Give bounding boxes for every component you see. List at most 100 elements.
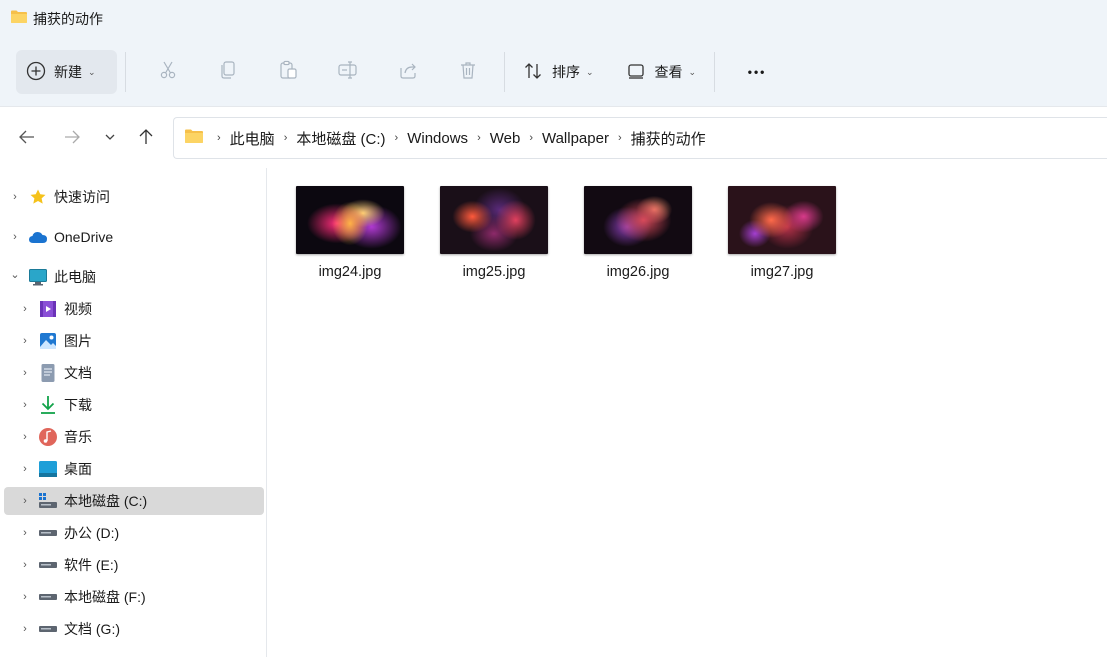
sidebar-item-onedrive[interactable]: › OneDrive <box>8 223 268 251</box>
scissors-icon <box>158 60 178 85</box>
navigation-bar: › 此电脑 › 本地磁盘 (C:) › Windows › Web › Wallpape… <box>0 106 1107 168</box>
chevron-right-icon[interactable]: › <box>18 591 32 603</box>
file-item[interactable]: img27.jpg <box>722 186 842 280</box>
image-thumbnail <box>296 186 404 254</box>
desktop-icon <box>38 459 58 479</box>
sidebar-item-downloads[interactable]: › 下载 <box>18 391 278 419</box>
monitor-icon <box>28 267 48 287</box>
chevron-right-icon[interactable]: › <box>18 367 32 379</box>
chevron-right-icon[interactable]: › <box>18 431 32 443</box>
address-bar[interactable]: › 此电脑 › 本地磁盘 (C:) › Windows › Web › Wallpape… <box>173 117 1107 159</box>
sidebar-item-music[interactable]: › 音乐 <box>18 423 278 451</box>
sidebar-item-label: 本地磁盘 (F:) <box>64 589 146 605</box>
breadcrumb-windows[interactable]: Windows › <box>407 130 490 147</box>
toolbar-divider <box>714 52 716 92</box>
view-layout-icon <box>626 61 646 84</box>
chevron-right-icon[interactable]: › <box>18 527 32 539</box>
drive-icon <box>38 523 58 543</box>
file-item[interactable]: img25.jpg <box>434 186 554 280</box>
sidebar-item-documents[interactable]: › 文档 <box>18 359 278 387</box>
sidebar-item-drive-e[interactable]: › 软件 (E:) <box>18 551 278 579</box>
video-icon <box>38 299 58 319</box>
up-button[interactable] <box>132 125 160 153</box>
breadcrumb-web[interactable]: Web › <box>490 130 542 147</box>
sidebar-item-label: 下载 <box>64 397 92 413</box>
cloud-icon <box>28 227 48 247</box>
breadcrumb-wallpaper[interactable]: Wallpaper › <box>542 130 631 147</box>
view-button[interactable]: 查看 ⌄ <box>620 50 709 94</box>
sort-label: 排序 <box>552 64 580 80</box>
cut-button[interactable] <box>138 50 198 94</box>
document-icon <box>38 363 58 383</box>
breadcrumb-local-disk-c[interactable]: 本地磁盘 (C:) › <box>296 128 407 149</box>
toolbar-divider <box>125 52 126 92</box>
copy-icon <box>218 60 238 85</box>
title-bar: 捕获的动作 <box>0 0 1107 38</box>
chevron-down-icon <box>104 130 116 148</box>
clipboard-icon <box>278 60 298 85</box>
arrow-up-icon <box>137 128 155 151</box>
drive-icon <box>38 619 58 639</box>
sidebar-item-drive-g[interactable]: › 文档 (G:) <box>18 615 278 643</box>
sidebar-item-label: 此电脑 <box>54 269 96 285</box>
arrow-right-icon <box>63 128 81 151</box>
file-name: img24.jpg <box>318 264 382 280</box>
chevron-right-icon[interactable]: › <box>8 231 22 243</box>
sidebar-item-drive-f[interactable]: › 本地磁盘 (F:) <box>18 583 278 611</box>
sidebar-item-label: 快速访问 <box>54 189 110 205</box>
breadcrumb-current-folder[interactable]: 捕获的动作 <box>631 128 706 149</box>
drive-icon <box>38 587 58 607</box>
folder-icon <box>10 9 28 29</box>
chevron-right-icon[interactable]: › <box>18 559 32 571</box>
sidebar-item-quick-access[interactable]: › 快速访问 <box>8 183 268 211</box>
file-name: img26.jpg <box>606 264 670 280</box>
drive-icon <box>38 555 58 575</box>
sort-button[interactable]: 排序 ⌄ <box>517 50 606 94</box>
sidebar-item-label: 办公 (D:) <box>64 525 120 541</box>
sidebar-item-drive-d[interactable]: › 办公 (D:) <box>18 519 278 547</box>
chevron-right-icon[interactable]: › <box>18 463 32 475</box>
sort-arrows-icon <box>523 61 543 84</box>
new-button[interactable]: 新建 ⌄ <box>16 50 117 94</box>
chevron-right-icon[interactable]: › <box>8 191 22 203</box>
download-icon <box>38 395 58 415</box>
sidebar-item-label: 图片 <box>64 333 92 349</box>
back-button[interactable] <box>13 125 41 153</box>
sidebar-item-label: 音乐 <box>64 429 92 445</box>
chevron-right-icon[interactable]: › <box>18 495 32 507</box>
rename-button[interactable] <box>318 50 378 94</box>
sidebar-item-pictures[interactable]: › 图片 <box>18 327 278 355</box>
recent-locations-button[interactable] <box>96 125 124 153</box>
star-icon <box>28 187 48 207</box>
image-thumbnail <box>728 186 836 254</box>
breadcrumb-separator[interactable]: › <box>208 132 230 144</box>
file-item[interactable]: img24.jpg <box>290 186 410 280</box>
chevron-right-icon[interactable]: › <box>18 399 32 411</box>
navigation-pane: › 快速访问 › OneDrive ⌄ 此电脑 › 视频 › 图片 › 文档 ›… <box>0 168 267 657</box>
sidebar-item-label: 软件 (E:) <box>64 557 119 573</box>
view-label: 查看 <box>654 64 683 80</box>
chevron-right-icon[interactable]: › <box>18 335 32 347</box>
forward-button[interactable] <box>58 125 86 153</box>
trash-icon <box>458 60 478 85</box>
sidebar-item-local-disk-c[interactable]: › 本地磁盘 (C:) <box>4 487 264 515</box>
copy-button[interactable] <box>198 50 258 94</box>
more-options-button[interactable]: ••• <box>727 50 787 94</box>
chevron-right-icon[interactable]: › <box>18 303 32 315</box>
share-button[interactable] <box>378 50 438 94</box>
command-bar: 新建 ⌄ 排序 ⌄ 查看 ⌄ ••• <box>0 38 1107 106</box>
breadcrumb-this-pc[interactable]: 此电脑 › <box>230 128 297 149</box>
sidebar-item-label: 视频 <box>64 301 92 317</box>
sidebar-item-label: OneDrive <box>54 229 114 245</box>
chevron-down-icon: ⌄ <box>88 66 96 77</box>
file-item[interactable]: img26.jpg <box>578 186 698 280</box>
sidebar-item-desktop[interactable]: › 桌面 <box>18 455 278 483</box>
sidebar-item-label: 桌面 <box>64 461 92 477</box>
delete-button[interactable] <box>438 50 498 94</box>
sidebar-item-label: 文档 <box>64 365 92 381</box>
chevron-down-icon[interactable]: ⌄ <box>8 268 22 281</box>
chevron-right-icon[interactable]: › <box>18 623 32 635</box>
sidebar-item-videos[interactable]: › 视频 <box>18 295 278 323</box>
paste-button[interactable] <box>258 50 318 94</box>
sidebar-item-this-pc[interactable]: ⌄ 此电脑 <box>8 263 268 291</box>
